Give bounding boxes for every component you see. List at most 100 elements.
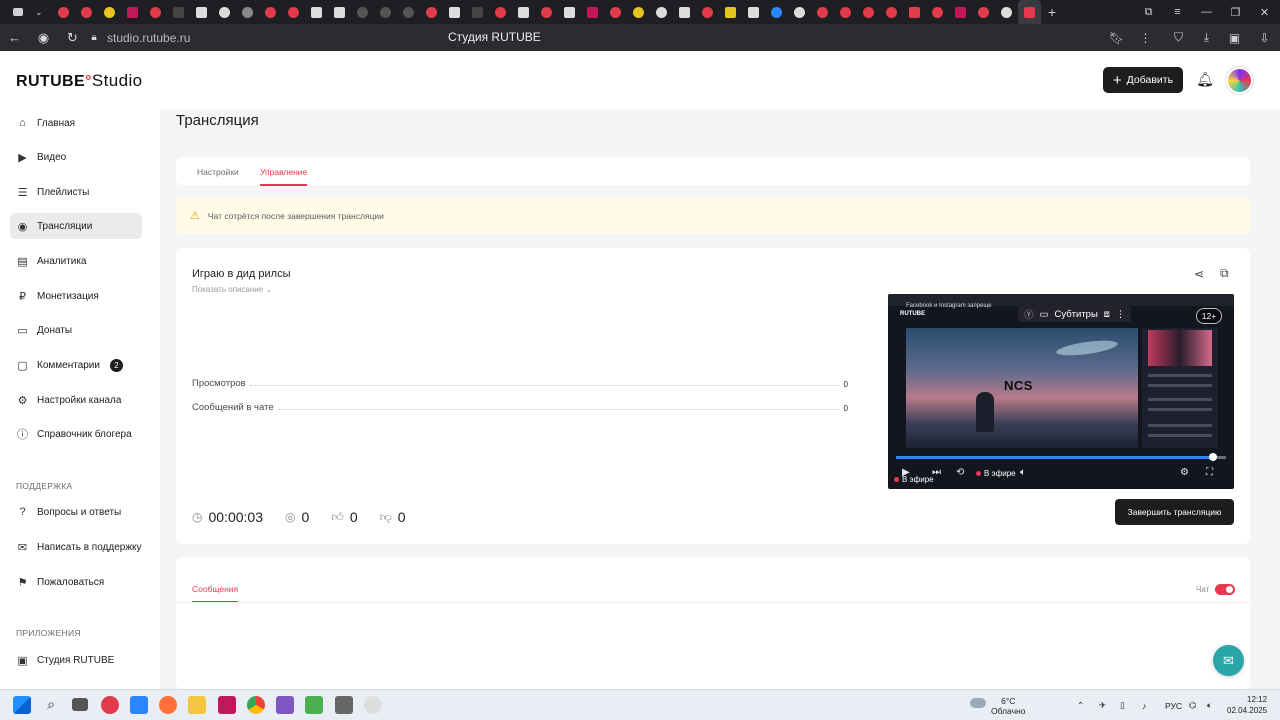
browser-tab[interactable] [558, 0, 581, 24]
battery-icon[interactable]: ▯ [1120, 690, 1125, 720]
task-view-icon[interactable] [72, 698, 88, 711]
microphone-icon[interactable]: ♪ [1142, 690, 1146, 720]
network-icon[interactable]: ⌬ [1189, 690, 1196, 720]
browser-tab[interactable] [236, 0, 259, 24]
browser-tab[interactable] [788, 0, 811, 24]
browser-tab[interactable] [765, 0, 788, 24]
browser-tab[interactable] [834, 0, 857, 24]
browser-tab[interactable] [857, 0, 880, 24]
show-description-link[interactable]: Показать описание ⌄ [192, 285, 272, 294]
language-indicator[interactable]: РУС [1165, 690, 1182, 720]
tab-messages[interactable]: Сообщения [192, 584, 239, 603]
browser-tab[interactable] [98, 0, 121, 24]
browser-tab[interactable] [282, 0, 305, 24]
speaker-icon[interactable]: 🔈︎ [1207, 690, 1212, 720]
browser-tab[interactable] [742, 0, 765, 24]
browser-tab[interactable] [144, 0, 167, 24]
tab-settings[interactable]: Настройки [197, 167, 239, 177]
browser-tab[interactable] [880, 0, 903, 24]
browser-tab[interactable] [75, 0, 98, 24]
subtitles-bar[interactable]: Ⓨ ▭ Субтитры ⧈ ⋮ [1018, 306, 1132, 322]
browser-tab[interactable] [696, 0, 719, 24]
yandex-browser-icon[interactable] [101, 696, 119, 714]
browser-tab[interactable] [328, 0, 351, 24]
sidebar-item-monetization[interactable]: ₽ Монетизация [10, 283, 142, 309]
player-progress-bar[interactable] [896, 453, 1226, 461]
player-more-icon[interactable]: ⋮ [1116, 309, 1126, 320]
new-tab-plus-icon[interactable]: + [1041, 4, 1063, 20]
app-icon[interactable] [335, 696, 353, 714]
back-icon[interactable]: ← [0, 24, 29, 51]
more-icon[interactable]: ⋮ [1131, 24, 1160, 51]
rewind-10-icon[interactable]: ⟲ [956, 467, 964, 478]
open-external-icon[interactable]: ⧉ [1220, 266, 1229, 281]
browser-tab[interactable] [374, 0, 397, 24]
browser-tab[interactable] [535, 0, 558, 24]
fullscreen-icon[interactable]: ⛶ [1206, 467, 1213, 478]
firefox-icon[interactable] [159, 696, 177, 714]
bookmark-icon[interactable]: 🔖︎ [1102, 24, 1131, 51]
add-button[interactable]: + Добавить [1103, 67, 1183, 93]
system-clock[interactable]: 12:12 02.04.2025 [1227, 694, 1267, 716]
weather-cloud-icon[interactable] [970, 698, 986, 708]
avatar[interactable] [1226, 67, 1253, 94]
store-icon[interactable] [130, 696, 148, 714]
browser-tab[interactable] [719, 0, 742, 24]
browser-tab-active[interactable] [1018, 0, 1041, 24]
browser-tab[interactable] [351, 0, 374, 24]
sidebar-item-faq[interactable]: ? Вопросы и ответы [10, 499, 142, 525]
close-icon[interactable]: ✕ [1250, 0, 1279, 24]
sidebar-item-analytics[interactable]: ▤ Аналитика [10, 248, 142, 274]
rutube-studio-logo[interactable]: RUTUBE°Studio [16, 71, 143, 91]
download-icon[interactable]: ⤓ [1192, 24, 1221, 51]
browser-tab[interactable] [305, 0, 328, 24]
sidebar-item-video[interactable]: ▶ Видео [10, 144, 142, 170]
browser-tab[interactable] [259, 0, 282, 24]
tab-manager-icon[interactable]: ⧉ [1134, 0, 1163, 24]
minimize-icon[interactable]: — [1192, 0, 1221, 24]
restore-icon[interactable]: ❐ [1221, 0, 1250, 24]
browser-tab[interactable] [489, 0, 512, 24]
sidebar-item-comments[interactable]: ▢ Комментарии 2 [10, 352, 142, 378]
sidebar-item-blogger-guide[interactable]: ⓘ Справочник блогера [10, 421, 142, 447]
url-text[interactable]: studio.rutube.ru [107, 31, 190, 45]
browser-tab[interactable] [604, 0, 627, 24]
browser-tab[interactable] [926, 0, 949, 24]
browser-tab[interactable] [903, 0, 926, 24]
chrome-icon[interactable] [247, 696, 265, 714]
share-icon[interactable]: ⋖ [1194, 267, 1204, 281]
browser-tab[interactable] [6, 0, 29, 24]
lock-icon[interactable]: 🔒︎ [87, 24, 101, 51]
browser-tab[interactable] [52, 0, 75, 24]
tab-management[interactable]: Управление [260, 167, 308, 186]
browser-tab[interactable] [397, 0, 420, 24]
end-stream-button[interactable]: Завершить трансляцию [1115, 499, 1234, 525]
browser-tab[interactable] [443, 0, 466, 24]
browser-tab[interactable] [627, 0, 650, 24]
sidebar-item-write-support[interactable]: ✉ Написать в поддержку [10, 534, 142, 560]
browser-tab[interactable] [650, 0, 673, 24]
player-settings-icon[interactable]: ⚙ [1180, 467, 1189, 478]
browser-tab[interactable] [420, 0, 443, 24]
tray-chevron-icon[interactable]: ⌃ [1077, 690, 1084, 720]
browser-tab[interactable] [811, 0, 834, 24]
sidebar-item-donations[interactable]: ▭ Донаты [10, 317, 142, 343]
chat-toggle[interactable] [1215, 584, 1235, 595]
app-icon[interactable] [218, 696, 236, 714]
sidebar-item-broadcasts[interactable]: ◉ Трансляции [10, 213, 142, 239]
reload-icon[interactable]: ↻ [58, 24, 87, 51]
miniplayer-icon[interactable]: ⧈ [1104, 309, 1110, 320]
browser-tab[interactable] [512, 0, 535, 24]
browser-tab[interactable] [995, 0, 1018, 24]
explorer-icon[interactable] [188, 696, 206, 714]
notifications-bell-icon[interactable]: 🔔︎ [1196, 71, 1214, 89]
browser-tab[interactable] [949, 0, 972, 24]
sidebar-item-playlists[interactable]: ☰ Плейлисты [10, 179, 142, 205]
volume-icon[interactable]: 🔈︎ [1020, 467, 1026, 478]
browser-tab[interactable] [581, 0, 604, 24]
browser-tab[interactable] [213, 0, 236, 24]
menu-icon[interactable]: ≡ [1163, 0, 1192, 24]
app-icon[interactable] [276, 696, 294, 714]
browser-tab[interactable]: ⌄ [29, 0, 52, 24]
history-icon[interactable]: ◉ [29, 24, 58, 51]
